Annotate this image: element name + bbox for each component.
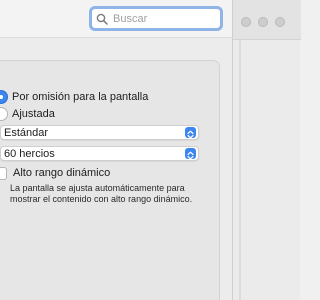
popup-value: Estándar <box>4 127 49 139</box>
hdr-checkbox[interactable] <box>0 166 7 180</box>
minimize-window-icon[interactable] <box>258 17 268 27</box>
chevron-up-down-icon <box>185 148 196 160</box>
radio-button[interactable] <box>0 107 8 121</box>
hdr-checkbox-row[interactable]: Alto rango dinámico <box>0 166 110 180</box>
radio-scaled[interactable]: Ajustada <box>0 106 55 122</box>
search-field[interactable]: Buscar <box>89 6 223 31</box>
search-placeholder: Buscar <box>113 12 148 25</box>
window-titlebar <box>233 0 301 40</box>
search-icon <box>96 13 108 25</box>
hdr-label: Alto rango dinámico <box>13 167 111 179</box>
window-divider <box>239 40 241 300</box>
close-window-icon[interactable] <box>241 17 251 27</box>
chevron-up-down-icon <box>185 127 196 139</box>
zoom-window-icon[interactable] <box>275 17 285 27</box>
radio-label: Ajustada <box>12 108 55 120</box>
radio-label: Por omisión para la pantalla <box>12 91 149 103</box>
refresh-rate-popup[interactable]: 60 hercios <box>0 146 199 161</box>
background-window <box>232 0 301 300</box>
radio-button-selected[interactable] <box>0 90 8 104</box>
popup-value: 60 hercios <box>4 148 55 160</box>
radio-default-for-display[interactable]: Por omisión para la pantalla <box>0 89 148 105</box>
hdr-description: La pantalla se ajusta automáticamente pa… <box>10 183 193 204</box>
toolbar: Buscar <box>0 0 232 38</box>
display-settings-window: Buscar Por omisión para la pantalla Ajus… <box>0 0 232 300</box>
color-mode-popup[interactable]: Estándar <box>0 125 199 140</box>
